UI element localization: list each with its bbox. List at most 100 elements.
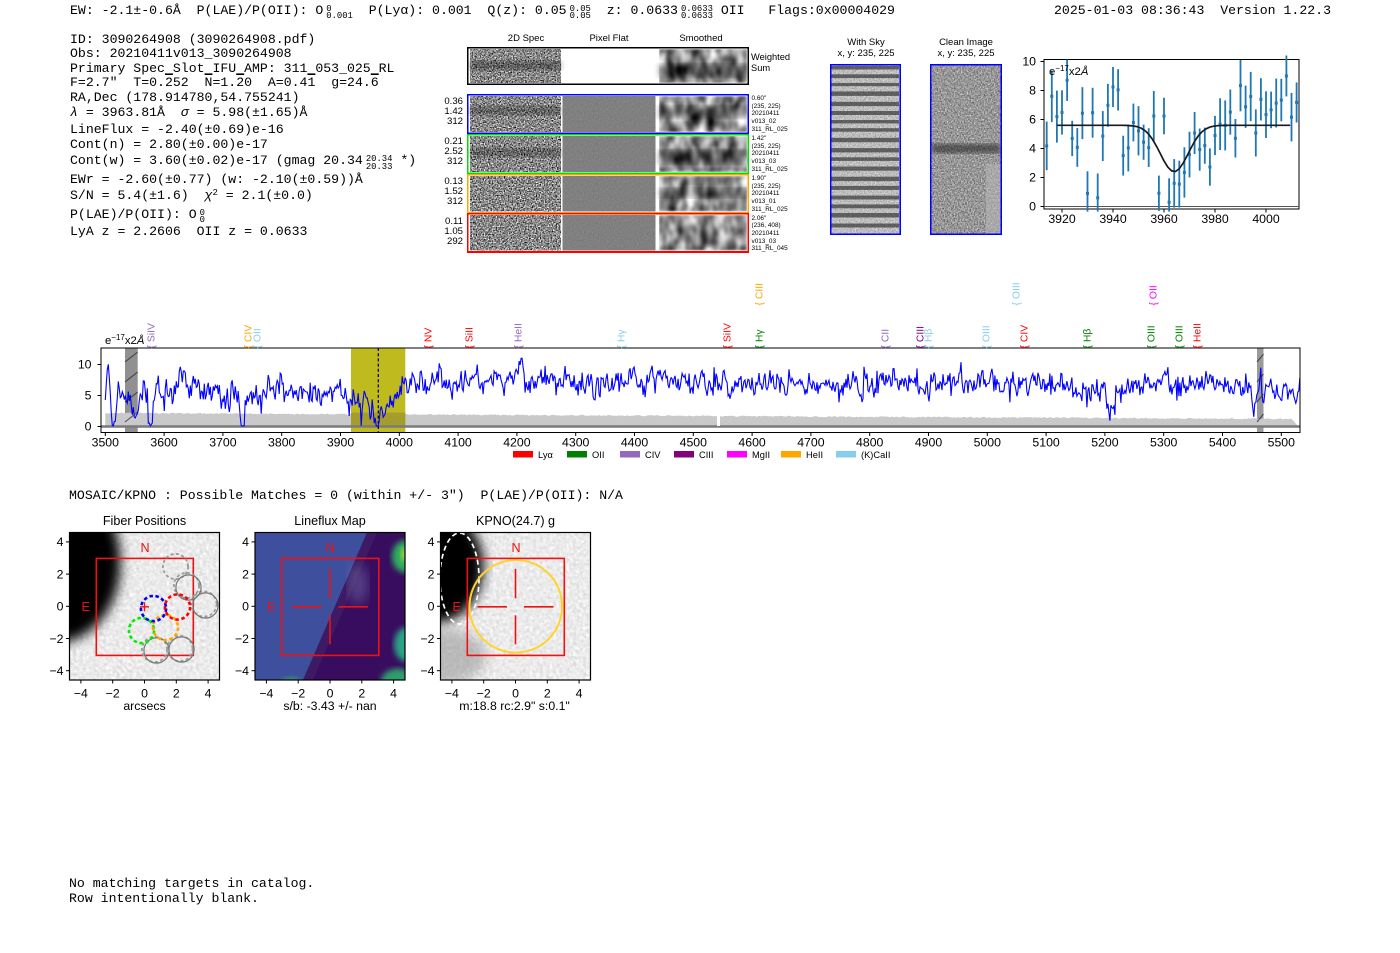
svg-text:3920: 3920 xyxy=(1048,212,1076,226)
svg-text:3940: 3940 xyxy=(1099,212,1127,226)
svg-text:5400: 5400 xyxy=(1209,436,1237,450)
svg-text:−4: −4 xyxy=(49,664,63,678)
svg-text:8: 8 xyxy=(1029,84,1036,98)
svg-text:4: 4 xyxy=(205,687,212,701)
svg-text:4: 4 xyxy=(57,535,64,549)
svg-text:0: 0 xyxy=(57,600,64,614)
svg-text:2: 2 xyxy=(358,687,365,701)
svg-text:{ Hβ: { Hβ xyxy=(1083,329,1094,349)
svg-text:4: 4 xyxy=(242,535,249,549)
svg-text:CIV: CIV xyxy=(645,450,661,460)
svg-text:2: 2 xyxy=(173,687,180,701)
svg-text:N: N xyxy=(326,541,335,555)
svg-text:e−17x2Å: e−17x2Å xyxy=(1049,64,1088,78)
svg-text:{ HeII: { HeII xyxy=(1193,323,1204,348)
svg-text:3980: 3980 xyxy=(1201,212,1229,226)
svg-text:3600: 3600 xyxy=(150,436,178,450)
svg-text:0: 0 xyxy=(512,687,519,701)
svg-text:4: 4 xyxy=(390,687,397,701)
svg-text:0: 0 xyxy=(141,687,148,701)
svg-text:{ CII: { CII xyxy=(881,329,892,349)
svg-text:(K)CaII: (K)CaII xyxy=(861,450,890,460)
svg-text:10: 10 xyxy=(1022,55,1036,69)
svg-text:4000: 4000 xyxy=(386,436,414,450)
svg-text:0: 0 xyxy=(242,600,249,614)
svg-text:MgII: MgII xyxy=(752,450,770,460)
svg-text:5000: 5000 xyxy=(974,436,1002,450)
svg-text:CIII: CIII xyxy=(699,450,713,460)
svg-text:3700: 3700 xyxy=(209,436,237,450)
svg-text:E: E xyxy=(82,600,90,614)
svg-text:{ CIII: { CIII xyxy=(755,283,766,306)
svg-text:5100: 5100 xyxy=(1032,436,1060,450)
svg-text:HeII: HeII xyxy=(806,450,823,460)
svg-text:0: 0 xyxy=(327,687,334,701)
svg-text:Fiber Positions: Fiber Positions xyxy=(103,514,186,528)
svg-text:e−17x2Å: e−17x2Å xyxy=(105,333,144,347)
svg-text:4800: 4800 xyxy=(856,436,884,450)
svg-text:4000: 4000 xyxy=(1252,212,1280,226)
svg-text:{ SiIV: { SiIV xyxy=(723,323,734,348)
svg-text:OII: OII xyxy=(592,450,604,460)
svg-text:−4: −4 xyxy=(235,664,249,678)
svg-text:−2: −2 xyxy=(49,632,63,646)
svg-text:4400: 4400 xyxy=(621,436,649,450)
svg-text:{ HeII: { HeII xyxy=(514,323,525,348)
svg-text:5300: 5300 xyxy=(1150,436,1178,450)
svg-text:{ Hβ: { Hβ xyxy=(924,329,935,349)
svg-text:{ OIII: { OIII xyxy=(1012,282,1023,305)
svg-text:{ SiII: { SiII xyxy=(465,327,476,348)
svg-text:0: 0 xyxy=(1029,200,1036,214)
svg-text:−4: −4 xyxy=(259,687,273,701)
svg-text:{ OII: { OII xyxy=(253,328,264,348)
svg-text:−2: −2 xyxy=(106,687,120,701)
svg-text:{ Hγ: { Hγ xyxy=(617,329,628,349)
svg-text:4: 4 xyxy=(428,535,435,549)
svg-text:2: 2 xyxy=(242,567,249,581)
svg-text:KPNO(24.7) g: KPNO(24.7) g xyxy=(476,514,555,528)
svg-text:0: 0 xyxy=(85,420,92,434)
svg-text:4200: 4200 xyxy=(503,436,531,450)
svg-text:4100: 4100 xyxy=(444,436,472,450)
svg-text:10: 10 xyxy=(78,358,92,372)
svg-text:−4: −4 xyxy=(74,687,88,701)
svg-text:−2: −2 xyxy=(420,632,434,646)
svg-text:m:18.8 rc:2.9" s:0.1": m:18.8 rc:2.9" s:0.1" xyxy=(459,699,570,713)
svg-text:−2: −2 xyxy=(477,687,491,701)
svg-text:N: N xyxy=(140,541,149,555)
svg-text:{ OIII: { OIII xyxy=(1175,325,1186,348)
svg-text:E: E xyxy=(453,600,461,614)
svg-text:2: 2 xyxy=(428,567,435,581)
svg-text:3500: 3500 xyxy=(92,436,120,450)
svg-text:−4: −4 xyxy=(420,664,434,678)
svg-text:2: 2 xyxy=(1029,171,1036,185)
svg-text:2: 2 xyxy=(544,687,551,701)
svg-text:{ NV: { NV xyxy=(424,328,435,349)
svg-text:3960: 3960 xyxy=(1150,212,1178,226)
svg-text:4300: 4300 xyxy=(562,436,590,450)
svg-text:3900: 3900 xyxy=(327,436,355,450)
svg-text:5200: 5200 xyxy=(1091,436,1119,450)
svg-text:{ OIII: { OIII xyxy=(1147,325,1158,348)
svg-text:4900: 4900 xyxy=(915,436,943,450)
svg-text:−2: −2 xyxy=(291,687,305,701)
svg-text:4600: 4600 xyxy=(738,436,766,450)
svg-text:{ Hγ: { Hγ xyxy=(755,329,766,349)
svg-text:5: 5 xyxy=(85,389,92,403)
svg-text:4700: 4700 xyxy=(797,436,825,450)
svg-text:2: 2 xyxy=(57,567,64,581)
svg-text:−4: −4 xyxy=(445,687,459,701)
svg-text:E: E xyxy=(267,600,275,614)
svg-text:{ SiIV: { SiIV xyxy=(147,323,158,348)
svg-text:arcsecs: arcsecs xyxy=(123,699,165,713)
svg-text:N: N xyxy=(511,541,520,555)
svg-text:5500: 5500 xyxy=(1268,436,1296,450)
svg-text:4: 4 xyxy=(1029,142,1036,156)
svg-text:Lineflux Map: Lineflux Map xyxy=(294,514,365,528)
svg-text:{ OII: { OII xyxy=(1149,285,1160,305)
svg-text:0: 0 xyxy=(428,600,435,614)
svg-text:s/b: -3.43 +/- nan: s/b: -3.43 +/- nan xyxy=(283,699,376,713)
svg-text:{ OIII: { OIII xyxy=(982,325,993,348)
svg-text:{ CIV: { CIV xyxy=(1020,325,1031,349)
svg-text:4500: 4500 xyxy=(680,436,708,450)
